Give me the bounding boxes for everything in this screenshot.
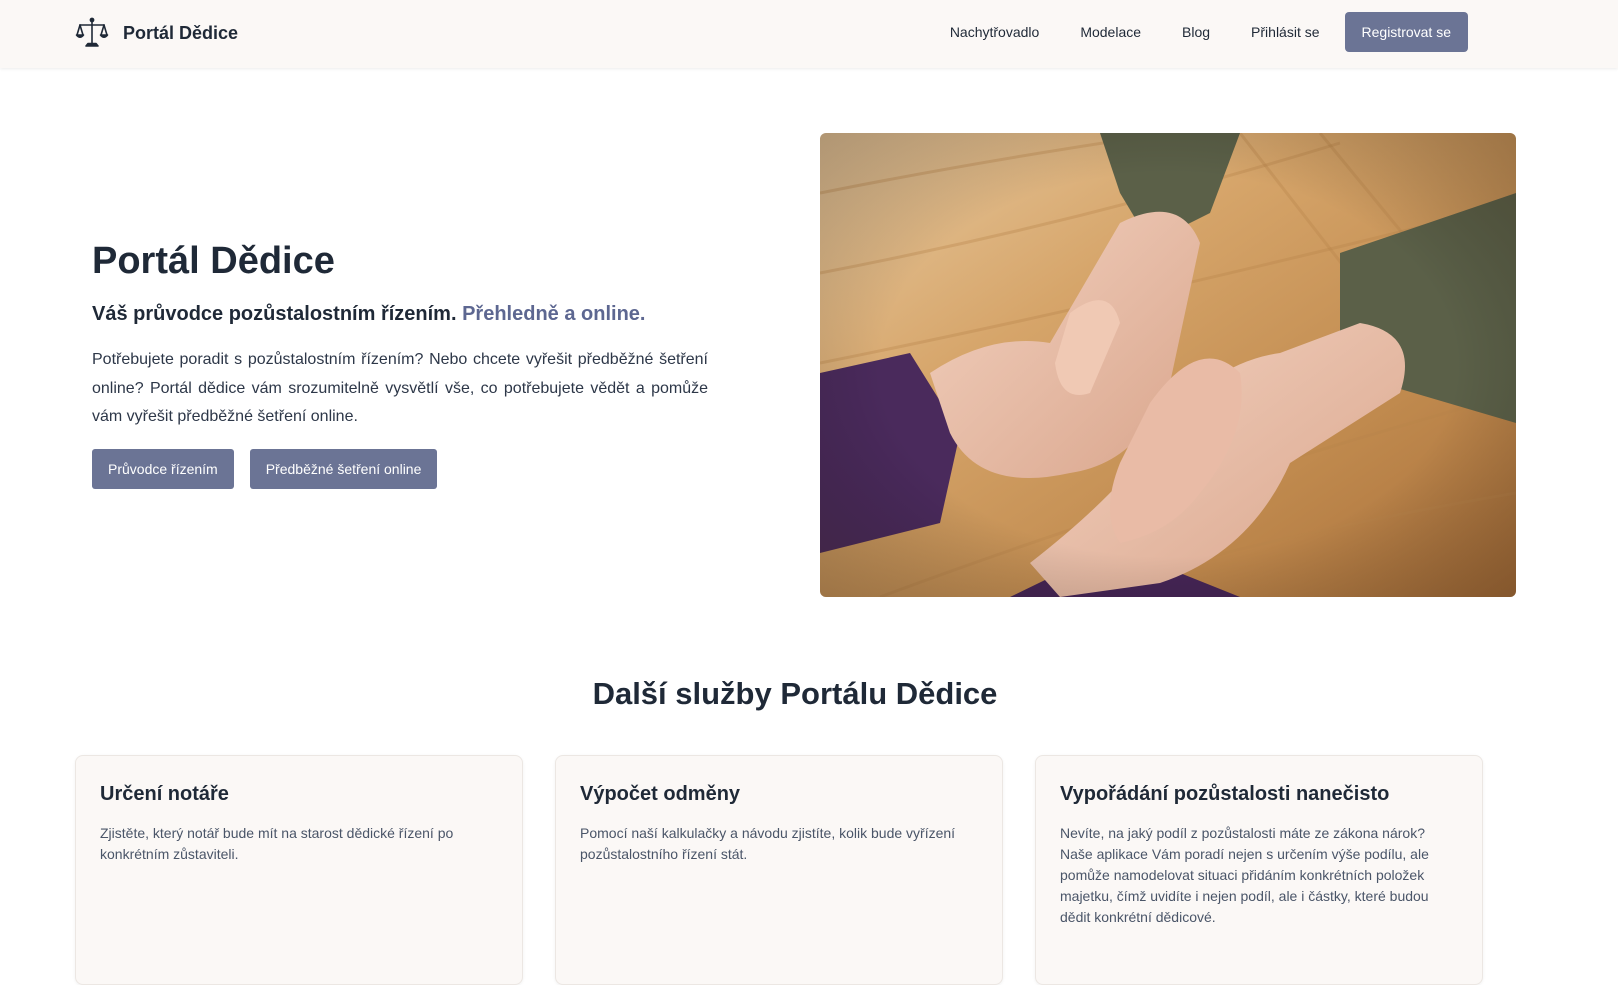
nav-link-modelace[interactable]: Modelace	[1080, 24, 1141, 40]
preliminary-investigation-button[interactable]: Předběžné šetření online	[249, 449, 438, 489]
main-navigation: Nachytřovadlo Modelace Blog Přihlásit se…	[950, 12, 1468, 52]
hero-title: Portál Dědice	[92, 240, 335, 282]
hero-buttons: Průvodce řízením Předběžné šetření onlin…	[92, 449, 438, 489]
hero-subtitle-main: Váš průvodce pozůstalostním řízením.	[92, 303, 457, 325]
nav-link-blog[interactable]: Blog	[1182, 24, 1210, 40]
hero-image	[820, 133, 1516, 597]
hands-holding-photo	[820, 133, 1516, 597]
service-card-text: Pomocí naší kalkulačky a návodu zjistíte…	[580, 825, 956, 862]
service-card-text: Zjistěte, který notář bude mít na staros…	[100, 825, 454, 862]
service-card-notary[interactable]: Určení notáře Zjistěte, který notář bude…	[75, 755, 523, 985]
service-card-title: Vypořádání pozůstalosti nanečisto	[1060, 783, 1390, 805]
services-section-title: Další služby Portálu Dědice	[592, 676, 998, 711]
brand-home-link[interactable]: Portál Dědice	[75, 16, 238, 50]
scales-of-justice-icon	[75, 17, 109, 47]
guide-button[interactable]: Průvodce řízením	[92, 449, 234, 489]
brand-name: Portál Dědice	[123, 22, 239, 43]
nav-link-login[interactable]: Přihlásit se	[1251, 24, 1319, 40]
service-card-estate-settlement[interactable]: Vypořádání pozůstalosti nanečisto Nevíte…	[1035, 755, 1483, 985]
top-navbar: Portál Dědice Nachytřovadlo Modelace Blo…	[0, 0, 1618, 68]
register-button[interactable]: Registrovat se	[1344, 12, 1468, 52]
service-card-fee-calculation[interactable]: Výpočet odměny Pomocí naší kalkulačky a …	[555, 755, 1003, 985]
service-card-text: Nevíte, na jaký podíl z pozůstalosti mát…	[1060, 825, 1429, 925]
hero-subtitle-accent: Přehledně a online.	[462, 303, 646, 325]
hero-description: Potřebujete poradit s pozůstalostním říz…	[92, 351, 708, 425]
nav-link-nachytrovadlo[interactable]: Nachytřovadlo	[950, 24, 1040, 40]
hero-subtitle: Váš průvodce pozůstalostním řízením. Pře…	[92, 303, 645, 326]
service-card-title: Určení notáře	[100, 783, 229, 805]
service-card-title: Výpočet odměny	[580, 783, 741, 805]
